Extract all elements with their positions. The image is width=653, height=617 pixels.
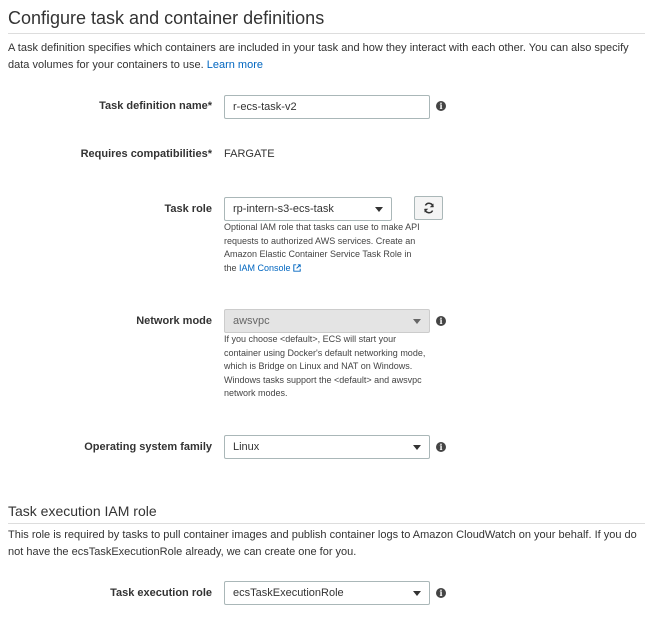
execution-role-description: This role is required by tasks to pull c… (8, 529, 637, 558)
task-role-help: Optional IAM role that tasks can use to … (224, 221, 424, 275)
task-execution-role-value: ecsTaskExecutionRole (233, 587, 344, 599)
section-description-text: A task definition specifies which contai… (8, 42, 629, 71)
task-role-value: rp-intern-s3-ecs-task (233, 203, 334, 215)
task-definition-name-label: Task definition name* (99, 100, 212, 112)
section-title-configure: Configure task and container definitions (8, 8, 325, 28)
network-mode-select[interactable]: awsvpc (224, 309, 430, 333)
task-execution-role-label: Task execution role (110, 587, 212, 599)
network-mode-help: If you choose <default>, ECS will start … (224, 334, 426, 398)
section-divider (8, 523, 645, 524)
learn-more-link[interactable]: Learn more (207, 59, 263, 71)
info-icon[interactable]: i (436, 316, 446, 326)
network-mode-label: Network mode (136, 315, 212, 327)
section-divider (8, 33, 645, 34)
info-icon[interactable]: i (436, 442, 446, 452)
task-role-select[interactable]: rp-intern-s3-ecs-task (224, 197, 392, 221)
refresh-button[interactable] (414, 196, 443, 220)
iam-console-link[interactable]: IAM Console (239, 263, 301, 273)
os-family-value: Linux (233, 441, 260, 453)
section-title-execution-role: Task execution IAM role (8, 503, 157, 519)
info-icon[interactable]: i (436, 588, 446, 598)
requires-compatibilities-label: Requires compatibilities* (80, 148, 212, 160)
task-execution-role-select[interactable]: ecsTaskExecutionRole (224, 581, 430, 605)
refresh-icon (423, 202, 434, 214)
chevron-down-icon (413, 445, 421, 450)
info-icon[interactable]: i (436, 101, 446, 111)
os-family-select[interactable]: Linux (224, 435, 430, 459)
chevron-down-icon (375, 207, 383, 212)
external-link-icon (293, 263, 301, 272)
network-mode-value: awsvpc (233, 315, 270, 327)
chevron-down-icon (413, 591, 421, 596)
chevron-down-icon (413, 319, 421, 324)
requires-compatibilities-value: FARGATE (224, 148, 275, 160)
os-family-label: Operating system family (84, 441, 212, 453)
iam-console-link-text: IAM Console (239, 262, 291, 273)
section-description: A task definition specifies which contai… (8, 40, 644, 74)
task-role-label: Task role (164, 203, 213, 215)
task-definition-name-input[interactable] (224, 95, 430, 119)
